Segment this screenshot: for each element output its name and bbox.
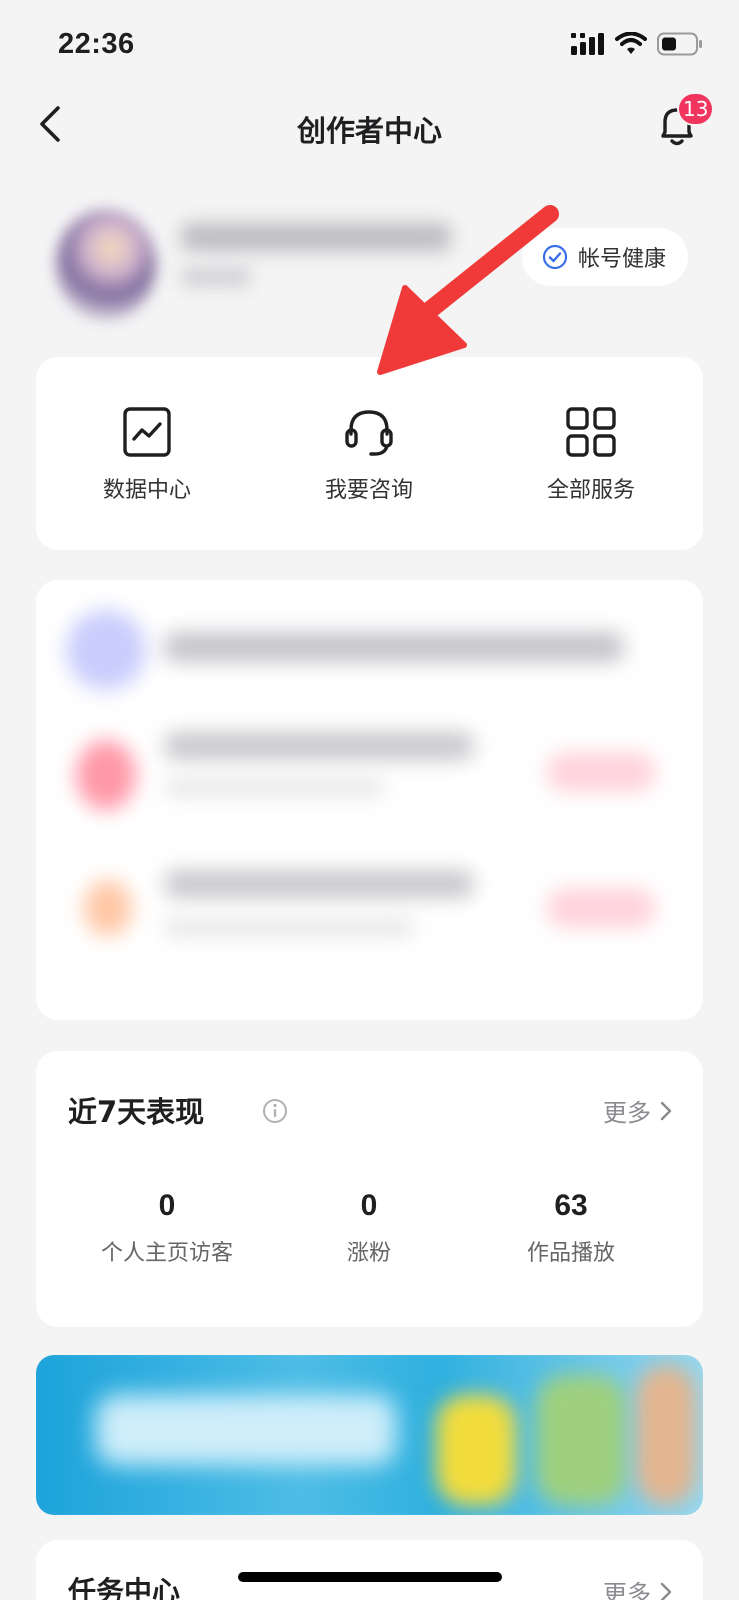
battery-icon	[657, 32, 702, 56]
banner-figure-blurred	[536, 1375, 626, 1505]
feed-item-subtext-blurred	[164, 780, 384, 796]
stat-video-plays[interactable]: 63 作品播放	[460, 1189, 682, 1267]
feed-item-icon-blurred	[84, 880, 132, 936]
chevron-right-icon	[660, 1582, 672, 1600]
more-label: 更多	[603, 1580, 651, 1600]
annotation-arrow	[377, 205, 559, 375]
feed-item-button-blurred[interactable]	[546, 752, 656, 792]
stat-label: 涨粉	[346, 1241, 391, 1266]
page-title: 创作者中心	[296, 114, 442, 148]
task-center-title: 任务中心	[68, 1575, 181, 1600]
home-indicator[interactable]	[238, 1572, 502, 1582]
status-icons	[571, 32, 703, 56]
banner-figure-blurred	[436, 1395, 516, 1505]
status-bar: 22:36	[0, 0, 739, 90]
feed-item-button-blurred[interactable]	[546, 888, 656, 928]
feed-item-icon-blurred	[76, 740, 136, 810]
stat-profile-visitors[interactable]: 0 个人主页访客	[56, 1189, 278, 1267]
nav-bar: 创作者中心	[0, 90, 739, 160]
chart-icon	[123, 406, 171, 457]
stat-label: 作品播放	[526, 1241, 615, 1266]
avatar[interactable]	[56, 210, 156, 320]
quick-action-data-center[interactable]: 数据中心	[36, 357, 258, 550]
promo-banner[interactable]	[36, 1355, 703, 1515]
stats-title: 近7天表现	[68, 1095, 205, 1129]
banner-text-blurred	[96, 1395, 396, 1465]
signal-icon	[571, 33, 604, 55]
quick-action-label: 数据中心	[102, 477, 191, 503]
wifi-icon	[615, 32, 647, 54]
feed-item-text-blurred	[164, 632, 624, 662]
stat-new-followers[interactable]: 0 涨粉	[258, 1189, 480, 1267]
feed-item-text-blurred	[164, 732, 474, 760]
stat-label: 个人主页访客	[100, 1241, 233, 1266]
status-time: 22:36	[58, 28, 135, 60]
quick-action-label: 我要咨询	[324, 477, 413, 503]
task-center-card: 任务中心 更多	[36, 1540, 703, 1600]
more-label: 更多	[603, 1099, 651, 1127]
stat-value: 0	[360, 1189, 378, 1222]
stat-value: 63	[554, 1189, 588, 1222]
account-health-label: 帐号健康	[578, 247, 667, 272]
feed-item-subtext-blurred	[164, 920, 414, 936]
feed-item-icon-blurred	[66, 610, 146, 690]
chevron-right-icon	[660, 1101, 672, 1120]
headset-icon	[345, 409, 393, 456]
banner-figure-blurred	[636, 1365, 696, 1505]
profile-subtitle-blurred	[181, 267, 251, 287]
feed-item-text-blurred	[164, 870, 474, 898]
feed-card	[36, 580, 703, 1020]
task-more-link[interactable]: 更多	[603, 1574, 673, 1600]
info-icon[interactable]	[262, 1098, 288, 1124]
stats-card: 近7天表现 更多 0 个人主页访客 0 涨粉 63 作品播放	[36, 1051, 703, 1327]
grid-icon	[566, 406, 616, 457]
stat-value: 0	[158, 1189, 176, 1222]
quick-action-label: 全部服务	[546, 477, 635, 503]
notification-badge: 13	[677, 92, 715, 126]
stats-more-link[interactable]: 更多	[603, 1093, 673, 1128]
